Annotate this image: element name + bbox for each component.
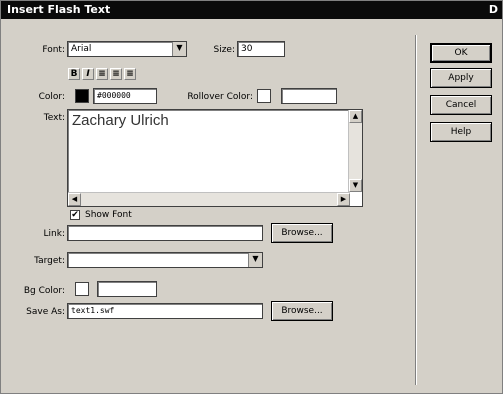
bg-color-input[interactable] bbox=[97, 281, 157, 297]
horizontal-scrollbar[interactable]: ◀ ▶ bbox=[68, 192, 350, 206]
color-hex-value: #000000 bbox=[97, 91, 131, 100]
vertical-divider bbox=[415, 35, 417, 385]
size-input[interactable]: 30 bbox=[237, 41, 285, 57]
size-value: 30 bbox=[241, 44, 253, 54]
target-label: Target: bbox=[34, 256, 65, 266]
rollover-color-label: Rollover Color: bbox=[187, 92, 253, 102]
scroll-down-icon[interactable]: ▼ bbox=[349, 179, 362, 192]
ok-button[interactable]: OK bbox=[430, 43, 492, 63]
font-select[interactable]: Arial ▼ bbox=[67, 41, 187, 57]
align-left-button[interactable]: ≡ bbox=[96, 68, 108, 80]
link-label: Link: bbox=[43, 229, 65, 239]
italic-button[interactable]: I bbox=[82, 68, 94, 80]
scroll-up-icon[interactable]: ▲ bbox=[349, 110, 362, 123]
link-input[interactable] bbox=[67, 225, 263, 241]
apply-button[interactable]: Apply bbox=[430, 68, 492, 88]
font-value: Arial bbox=[71, 44, 92, 54]
title-bar: Insert Flash Text D bbox=[1, 1, 502, 19]
bg-color-label: Bg Color: bbox=[23, 286, 65, 296]
save-as-label: Save As: bbox=[26, 307, 65, 317]
vertical-scrollbar[interactable]: ▲ ▼ bbox=[348, 110, 362, 192]
align-center-button[interactable]: ≡ bbox=[110, 68, 122, 80]
text-label: Text: bbox=[43, 113, 65, 123]
show-font-checkbox[interactable]: ✔ bbox=[70, 210, 80, 220]
scroll-right-icon[interactable]: ▶ bbox=[337, 193, 350, 206]
size-label: Size: bbox=[213, 45, 235, 55]
color-hex-input[interactable]: #000000 bbox=[93, 88, 157, 104]
close-icon[interactable]: D bbox=[489, 1, 498, 19]
show-font-label: Show Font bbox=[85, 210, 132, 220]
help-button[interactable]: Help bbox=[430, 122, 492, 142]
dialog-title: Insert Flash Text bbox=[7, 3, 111, 16]
chevron-down-icon[interactable]: ▼ bbox=[248, 253, 262, 267]
font-label: Font: bbox=[42, 45, 65, 55]
align-right-button[interactable]: ≡ bbox=[124, 68, 136, 80]
rollover-color-input[interactable] bbox=[281, 88, 337, 104]
bg-color-swatch[interactable] bbox=[75, 282, 89, 296]
text-area[interactable]: Zachary Ulrich ▲ ▼ ◀ ▶ bbox=[67, 109, 363, 207]
save-as-value: text1.swf bbox=[71, 306, 115, 315]
color-label: Color: bbox=[38, 92, 65, 102]
scroll-left-icon[interactable]: ◀ bbox=[68, 193, 81, 206]
chevron-down-icon[interactable]: ▼ bbox=[172, 42, 186, 56]
save-as-browse-button[interactable]: Browse... bbox=[271, 301, 333, 321]
cancel-button[interactable]: Cancel bbox=[430, 95, 492, 115]
target-select[interactable]: ▼ bbox=[67, 252, 263, 268]
rollover-color-swatch[interactable] bbox=[257, 89, 271, 103]
bold-button[interactable]: B bbox=[68, 68, 80, 80]
insert-flash-text-dialog: Insert Flash Text D Font: Arial ▼ Size: … bbox=[0, 0, 503, 394]
text-area-content: Zachary Ulrich bbox=[72, 112, 169, 129]
color-swatch[interactable] bbox=[75, 89, 89, 103]
save-as-input[interactable]: text1.swf bbox=[67, 303, 263, 319]
link-browse-button[interactable]: Browse... bbox=[271, 223, 333, 243]
